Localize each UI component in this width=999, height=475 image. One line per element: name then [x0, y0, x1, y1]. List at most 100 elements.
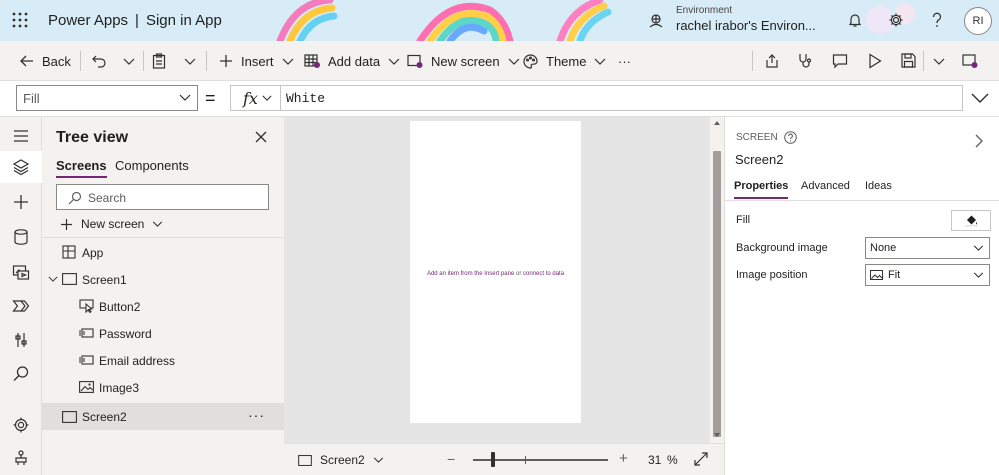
- title-separator: |: [135, 12, 139, 29]
- expand-formula-chevron-icon[interactable]: [971, 93, 989, 103]
- chevron-down-icon: [595, 58, 606, 65]
- paste-chevron-down-icon[interactable]: [184, 58, 196, 65]
- tree-node-label: App: [82, 245, 104, 260]
- tab-screens[interactable]: Screens: [56, 158, 107, 178]
- formula-input[interactable]: White: [280, 85, 963, 111]
- screen-selector[interactable]: Screen2: [298, 453, 384, 467]
- tab-properties[interactable]: Properties: [734, 180, 789, 199]
- theme-button[interactable]: Theme: [523, 41, 606, 81]
- screen-artboard[interactable]: Add an item from the Insert pane or conn…: [410, 121, 581, 423]
- search-icon[interactable]: [12, 365, 30, 383]
- tree-divider: [42, 237, 284, 238]
- fill-color-picker[interactable]: [951, 210, 991, 231]
- chevron-down-icon[interactable]: [48, 276, 58, 282]
- plus-icon: [220, 55, 232, 67]
- tree-new-screen-button[interactable]: New screen: [60, 217, 163, 231]
- media-icon[interactable]: [12, 263, 30, 281]
- more-commands-button[interactable]: ···: [618, 41, 631, 81]
- empty-screen-hint: Add an item from the Insert pane or conn…: [410, 271, 581, 277]
- tree-node-label: Email address: [99, 353, 176, 368]
- connect-to-data-link[interactable]: connect to data: [523, 271, 564, 277]
- image-fit-icon: [870, 270, 883, 280]
- undo-chevron-down-icon[interactable]: [123, 58, 135, 65]
- screen-selector-value: Screen2: [320, 453, 365, 467]
- formula-bar: Fill = fx White: [0, 81, 999, 117]
- divider: [752, 51, 753, 71]
- image-position-dropdown[interactable]: Fit: [865, 264, 990, 286]
- tree-search-input[interactable]: Search: [56, 184, 269, 210]
- paste-clipboard-icon[interactable]: [152, 53, 166, 69]
- help-icon[interactable]: [930, 12, 944, 28]
- scroll-down-icon[interactable]: [714, 433, 720, 437]
- tree-node-screen2[interactable]: Screen2 ···: [42, 403, 284, 430]
- control-name[interactable]: Screen2: [735, 152, 783, 167]
- scrollbar-thumb[interactable]: [713, 151, 721, 437]
- tree-node-label: Button2: [99, 299, 141, 314]
- scroll-up-icon[interactable]: [714, 121, 720, 125]
- tree-node-password[interactable]: Password: [42, 320, 284, 347]
- save-chevron-down-icon[interactable]: [933, 58, 945, 65]
- app-title: Power Apps | Sign in App: [48, 12, 222, 29]
- tree-node-label: Screen1: [82, 272, 127, 287]
- text-input-icon: [79, 355, 94, 365]
- share-icon[interactable]: [764, 53, 780, 69]
- virtual-agent-icon[interactable]: [12, 449, 30, 467]
- app-checker-stethoscope-icon[interactable]: [797, 53, 813, 69]
- new-screen-button[interactable]: New screen: [407, 41, 520, 81]
- property-dropdown[interactable]: Fill: [16, 85, 198, 111]
- chevron-down-icon: [153, 221, 163, 227]
- preview-play-icon[interactable]: [868, 53, 882, 69]
- tree-node-label: Screen2: [82, 409, 127, 424]
- tree-node-label: Image3: [99, 380, 140, 395]
- hint-or: or: [516, 271, 522, 277]
- product-name: Power Apps: [48, 12, 129, 29]
- equals-sign: =: [205, 88, 216, 108]
- fx-function-button[interactable]: fx: [230, 85, 280, 111]
- tab-components[interactable]: Components: [115, 158, 189, 173]
- advanced-tools-icon[interactable]: [12, 331, 30, 349]
- search-icon: [68, 191, 82, 205]
- background-image-dropdown[interactable]: None: [865, 237, 990, 259]
- app-name[interactable]: Sign in App: [146, 12, 222, 29]
- zoom-level: 31: [648, 453, 662, 467]
- hamburger-menu-icon[interactable]: [12, 127, 30, 145]
- back-button[interactable]: Back: [20, 41, 71, 81]
- tree-node-button2[interactable]: Button2: [42, 293, 284, 320]
- chevron-down-icon: [282, 58, 293, 65]
- comments-icon[interactable]: [832, 53, 848, 69]
- undo-icon[interactable]: [92, 54, 106, 68]
- tree-node-screen1[interactable]: Screen1: [42, 266, 284, 293]
- more-options-button[interactable]: ···: [248, 407, 265, 423]
- settings-gear-icon[interactable]: [888, 12, 904, 28]
- save-icon[interactable]: [901, 53, 916, 68]
- notification-bell-icon[interactable]: [847, 12, 863, 28]
- settings-gear-icon[interactable]: [12, 416, 30, 434]
- help-circle-icon[interactable]: [783, 131, 797, 144]
- tree-node-image3[interactable]: Image3: [42, 374, 284, 401]
- zoom-in-button[interactable]: +: [619, 450, 628, 467]
- tab-advanced[interactable]: Advanced: [801, 180, 850, 192]
- add-data-button[interactable]: Add data: [304, 41, 400, 81]
- tree-view-layers-icon[interactable]: [12, 158, 30, 176]
- zoom-slider-thumb[interactable]: [491, 452, 495, 467]
- chevron-right-icon[interactable]: [975, 134, 983, 148]
- publish-icon[interactable]: [962, 53, 978, 69]
- app-launcher-icon[interactable]: [12, 12, 28, 28]
- insert-label: Insert: [241, 53, 274, 69]
- power-automate-icon[interactable]: [12, 297, 30, 315]
- tree-node-email-address[interactable]: Email address: [42, 347, 284, 374]
- close-icon[interactable]: [255, 131, 267, 143]
- chevron-down-icon: [388, 58, 400, 65]
- search-placeholder: Search: [88, 191, 127, 205]
- zoom-out-button[interactable]: −: [447, 451, 455, 467]
- tree-node-app[interactable]: App: [42, 239, 284, 266]
- tab-ideas[interactable]: Ideas: [865, 180, 892, 192]
- insert-button[interactable]: Insert: [219, 41, 294, 81]
- design-canvas[interactable]: Add an item from the Insert pane or conn…: [284, 117, 710, 443]
- user-avatar[interactable]: RI: [964, 7, 992, 35]
- plus-icon: [61, 218, 72, 230]
- data-database-icon[interactable]: [12, 228, 30, 246]
- canvas-vertical-scrollbar[interactable]: [710, 117, 724, 443]
- fit-to-window-icon[interactable]: [694, 452, 708, 466]
- insert-plus-icon[interactable]: [12, 193, 30, 211]
